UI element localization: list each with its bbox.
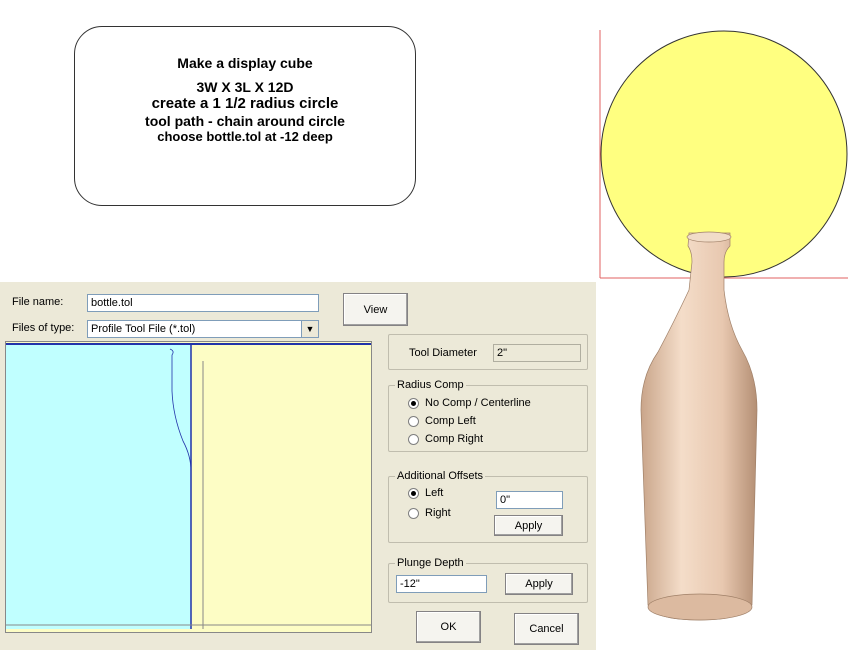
radio-label: Left xyxy=(425,487,444,499)
bottle-body xyxy=(640,232,758,621)
plunge-depth-input[interactable]: -12" xyxy=(396,575,487,593)
instruction-line: tool path - chain around circle xyxy=(145,112,345,129)
tool-file-dialog: File name: bottle.tol Files of type: Pro… xyxy=(0,282,596,650)
bottle-lip xyxy=(686,231,732,243)
plunge-apply-button[interactable]: Apply xyxy=(505,573,573,595)
ok-button[interactable]: OK xyxy=(416,611,481,643)
additional-offsets-group: Additional Offsets Left Right 0" Apply xyxy=(388,470,588,543)
additional-offsets-title: Additional Offsets xyxy=(395,470,486,482)
view-button[interactable]: View xyxy=(343,293,408,326)
radio-offset-right[interactable]: Right xyxy=(408,507,451,519)
radio-comp-right[interactable]: Comp Right xyxy=(408,433,483,445)
radio-label: No Comp / Centerline xyxy=(425,397,531,409)
files-of-type-label: Files of type: xyxy=(12,322,75,334)
radio-selected-icon xyxy=(408,397,419,409)
radio-icon xyxy=(408,415,419,427)
files-of-type-select[interactable]: Profile Tool File (*.tol) ▼ xyxy=(87,320,319,338)
radius-comp-title: Radius Comp xyxy=(395,379,466,391)
radio-comp-left[interactable]: Comp Left xyxy=(408,415,476,427)
plunge-depth-title: Plunge Depth xyxy=(395,557,466,569)
radio-label: Comp Left xyxy=(425,415,476,427)
instruction-line: create a 1 1/2 radius circle xyxy=(151,95,339,113)
tool-diameter-label: Tool Diameter xyxy=(409,347,477,359)
tool-diameter-field: 2" xyxy=(493,344,581,362)
files-of-type-value: Profile Tool File (*.tol) xyxy=(91,323,196,335)
instruction-line: choose bottle.tol at -12 deep xyxy=(157,129,333,145)
instruction-line: Make a display cube xyxy=(177,55,313,71)
tool-diameter-group: Tool Diameter 2" xyxy=(388,334,588,370)
cancel-button[interactable]: Cancel xyxy=(514,613,579,645)
instructions-callout: Make a display cube 3W X 3L X 12D create… xyxy=(74,26,416,206)
bottle-base xyxy=(647,593,753,621)
radius-comp-group: Radius Comp No Comp / Centerline Comp Le… xyxy=(388,379,588,452)
tool-profile-preview xyxy=(5,341,372,633)
radio-icon xyxy=(408,507,419,519)
radio-label: Comp Right xyxy=(425,433,484,445)
radio-no-comp[interactable]: No Comp / Centerline xyxy=(408,397,531,409)
radio-label: Right xyxy=(425,507,451,519)
offset-value-input[interactable]: 0" xyxy=(496,491,563,509)
radio-selected-icon xyxy=(408,487,419,499)
radio-offset-left[interactable]: Left xyxy=(408,487,443,499)
instruction-line: 3W X 3L X 12D xyxy=(196,78,294,95)
chevron-down-icon[interactable]: ▼ xyxy=(301,321,318,337)
offset-apply-button[interactable]: Apply xyxy=(494,515,563,536)
radio-icon xyxy=(408,433,419,445)
file-name-input[interactable]: bottle.tol xyxy=(87,294,319,312)
3d-viewport xyxy=(599,30,848,621)
plunge-depth-group: Plunge Depth -12" Apply xyxy=(388,557,588,603)
file-name-label: File name: xyxy=(12,296,64,308)
